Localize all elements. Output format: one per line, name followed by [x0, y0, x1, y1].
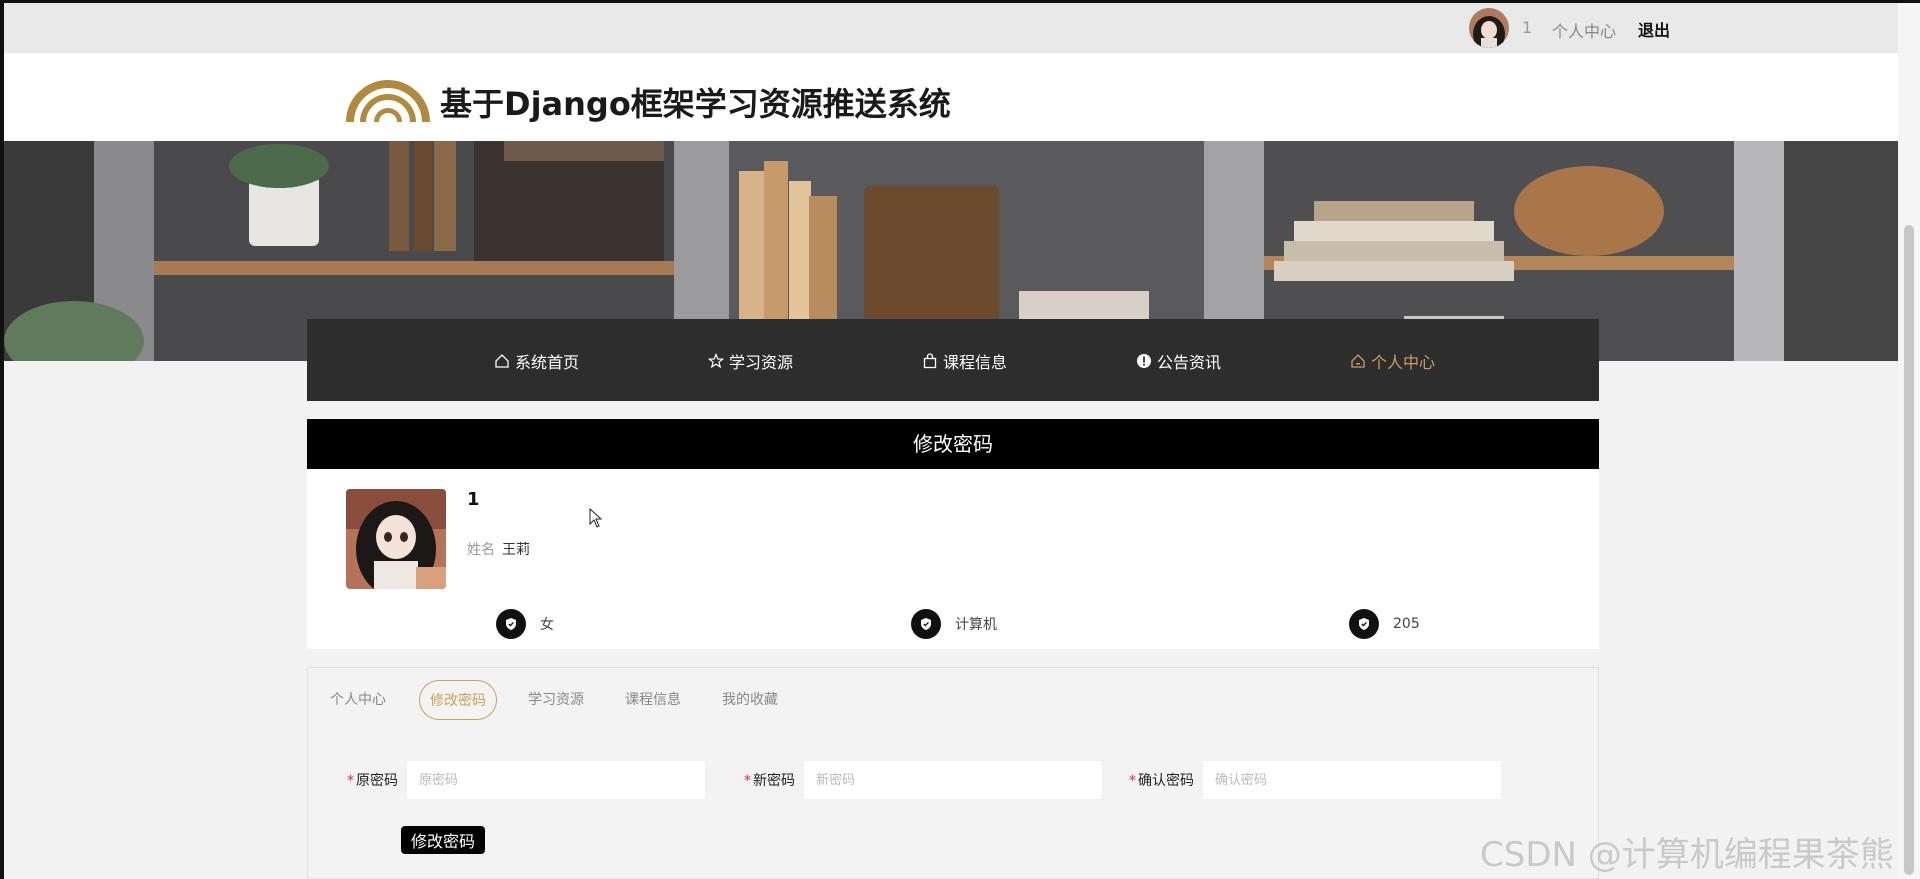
nav-item-announcements[interactable]: 公告资讯: [1136, 349, 1221, 373]
confirm-password-input[interactable]: [1202, 760, 1502, 800]
user-bar: 1 个人中心 退出: [4, 3, 1898, 53]
shield-icon: [1349, 609, 1379, 639]
tab-favorites[interactable]: 我的收藏: [712, 680, 788, 720]
name-label: 姓名: [467, 542, 495, 558]
nav-item-resources[interactable]: 学习资源: [708, 349, 793, 373]
mouse-cursor-icon: [589, 508, 603, 528]
browser-viewport: 1 个人中心 退出 基于Django框架学习资源推送系统 系统首页 学习资源 课…: [4, 3, 1898, 879]
site-header: 基于Django框架学习资源推送系统: [4, 53, 1898, 141]
nav-label-personal-center: 个人中心: [1371, 353, 1436, 372]
nav-item-home[interactable]: 系统首页: [494, 349, 579, 373]
name-value: 王莉: [502, 542, 530, 558]
tab-change-password[interactable]: 修改密码: [419, 680, 497, 720]
old-password-label: * 原密码: [347, 773, 398, 789]
topbar-username: 1: [1522, 18, 1533, 37]
scrollbar-thumb[interactable]: [1904, 225, 1914, 875]
nav-label-announcements: 公告资讯: [1157, 353, 1222, 372]
nav-label-courses: 课程信息: [943, 353, 1008, 372]
user-avatar[interactable]: [1469, 8, 1509, 48]
shield-icon: [911, 609, 941, 639]
home-icon: [495, 354, 509, 368]
nav-label-home: 系统首页: [515, 353, 580, 372]
old-password-row: * 原密码: [347, 760, 706, 800]
stat-class-value: 205: [1393, 616, 1420, 632]
old-password-input[interactable]: [406, 760, 706, 800]
stat-gender-value: 女: [540, 617, 554, 633]
nav-label-resources: 学习资源: [729, 353, 794, 372]
shield-icon: [496, 609, 526, 639]
tab-courses[interactable]: 课程信息: [615, 680, 691, 720]
new-password-row: * 新密码: [744, 760, 1103, 800]
main-nav: 系统首页 学习资源 课程信息 公告资讯 个人中心: [307, 319, 1599, 401]
info-icon: [1137, 354, 1151, 368]
stat-major-value: 计算机: [955, 617, 997, 633]
profile-card: 1 姓名 王莉 女 计算机 205: [307, 469, 1599, 649]
password-panel: 个人中心 修改密码 学习资源 课程信息 我的收藏 * 原密码 * 新密码 * 确认密码…: [307, 667, 1599, 879]
page-scrollbar[interactable]: [1898, 0, 1920, 879]
page-title: 修改密码: [307, 419, 1599, 469]
nav-item-courses[interactable]: 课程信息: [922, 349, 1007, 373]
watermark: CSDN @计算机编程果茶熊: [1480, 835, 1894, 875]
tab-personal-center[interactable]: 个人中心: [320, 680, 396, 720]
change-password-button[interactable]: 修改密码: [401, 826, 486, 854]
personal-center-link[interactable]: 个人中心: [1552, 18, 1616, 42]
confirm-password-label: * 确认密码: [1129, 773, 1194, 789]
star-icon: [708, 353, 724, 369]
profile-username: 1: [467, 489, 480, 510]
new-password-input[interactable]: [803, 760, 1103, 800]
home-icon: [1351, 354, 1365, 368]
confirm-password-row: * 确认密码: [1129, 760, 1502, 800]
site-title: 基于Django框架学习资源推送系统: [440, 85, 951, 123]
logout-link[interactable]: 退出: [1638, 17, 1670, 41]
profile-avatar: [346, 489, 446, 589]
site-logo: [346, 80, 430, 122]
stat-major: 计算机: [911, 609, 997, 639]
tab-resources[interactable]: 学习资源: [518, 680, 594, 720]
stat-class: 205: [1349, 609, 1420, 639]
new-password-label: * 新密码: [744, 773, 795, 789]
bag-icon: [923, 353, 937, 369]
nav-item-personal-center[interactable]: 个人中心: [1350, 349, 1435, 373]
stat-gender: 女: [496, 609, 554, 639]
